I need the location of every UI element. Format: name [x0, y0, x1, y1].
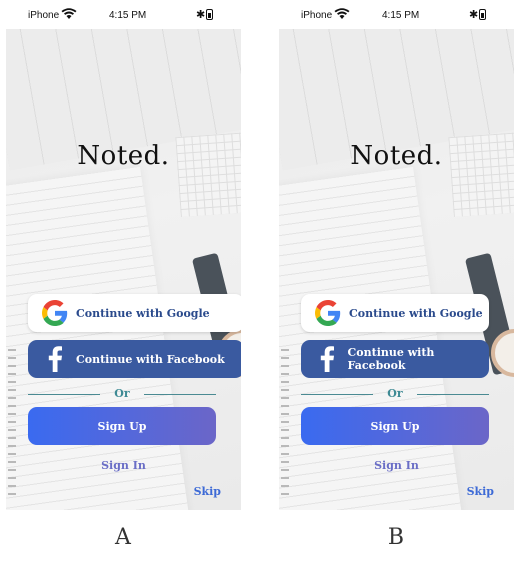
sign-up-label: Sign Up [97, 419, 147, 433]
battery-icon [206, 9, 213, 20]
skip-link[interactable]: Skip [467, 485, 494, 498]
app-title: Noted. [350, 141, 443, 171]
background-spiral [281, 349, 289, 499]
bluetooth-icon: ✱ [469, 9, 479, 21]
phone-screen-b: Noted. Continue with Google Continue wit… [279, 29, 514, 510]
or-divider: Or [301, 387, 489, 401]
continue-with-facebook-button[interactable]: Continue with Facebook [301, 340, 489, 378]
facebook-button-label: Continue with Facebook [76, 352, 225, 366]
or-divider: Or [28, 387, 216, 401]
sign-up-button[interactable]: Sign Up [301, 407, 489, 445]
facebook-button-label: Continue with Facebook [347, 346, 435, 372]
sign-up-button[interactable]: Sign Up [28, 407, 216, 445]
carrier-label: iPhone [28, 10, 60, 21]
google-icon [313, 298, 343, 328]
clock-label: 4:15 PM [109, 10, 147, 21]
sign-up-label: Sign Up [370, 419, 420, 433]
battery-icon [479, 9, 486, 20]
status-bar-a: iPhone 4:15 PM ✱ [6, 0, 241, 30]
caption-a: A [115, 525, 131, 550]
bluetooth-icon: ✱ [196, 9, 206, 21]
facebook-icon [40, 344, 70, 374]
clock-label: 4:15 PM [382, 10, 420, 21]
sign-in-link[interactable]: Sign In [6, 459, 241, 472]
wifi-icon [334, 8, 350, 19]
wifi-icon [61, 8, 77, 19]
google-button-label: Continue with Google [76, 306, 210, 320]
facebook-icon [313, 344, 342, 374]
google-icon [40, 298, 70, 328]
app-title: Noted. [77, 141, 170, 171]
phone-screen-a: Noted. Continue with Google Continue wit… [6, 29, 241, 510]
background-spiral [8, 349, 16, 499]
continue-with-google-button[interactable]: Continue with Google [301, 294, 489, 332]
carrier-label: iPhone [301, 10, 333, 21]
continue-with-facebook-button[interactable]: Continue with Facebook [28, 340, 241, 378]
divider-line-right [144, 394, 216, 395]
sign-in-link[interactable]: Sign In [279, 459, 514, 472]
caption-b: B [387, 525, 405, 550]
continue-with-google-button[interactable]: Continue with Google [28, 294, 241, 332]
google-button-label: Continue with Google [349, 306, 483, 320]
skip-link[interactable]: Skip [194, 485, 221, 498]
status-bar-b: iPhone 4:15 PM ✱ [279, 0, 514, 30]
divider-line-right [417, 394, 489, 395]
